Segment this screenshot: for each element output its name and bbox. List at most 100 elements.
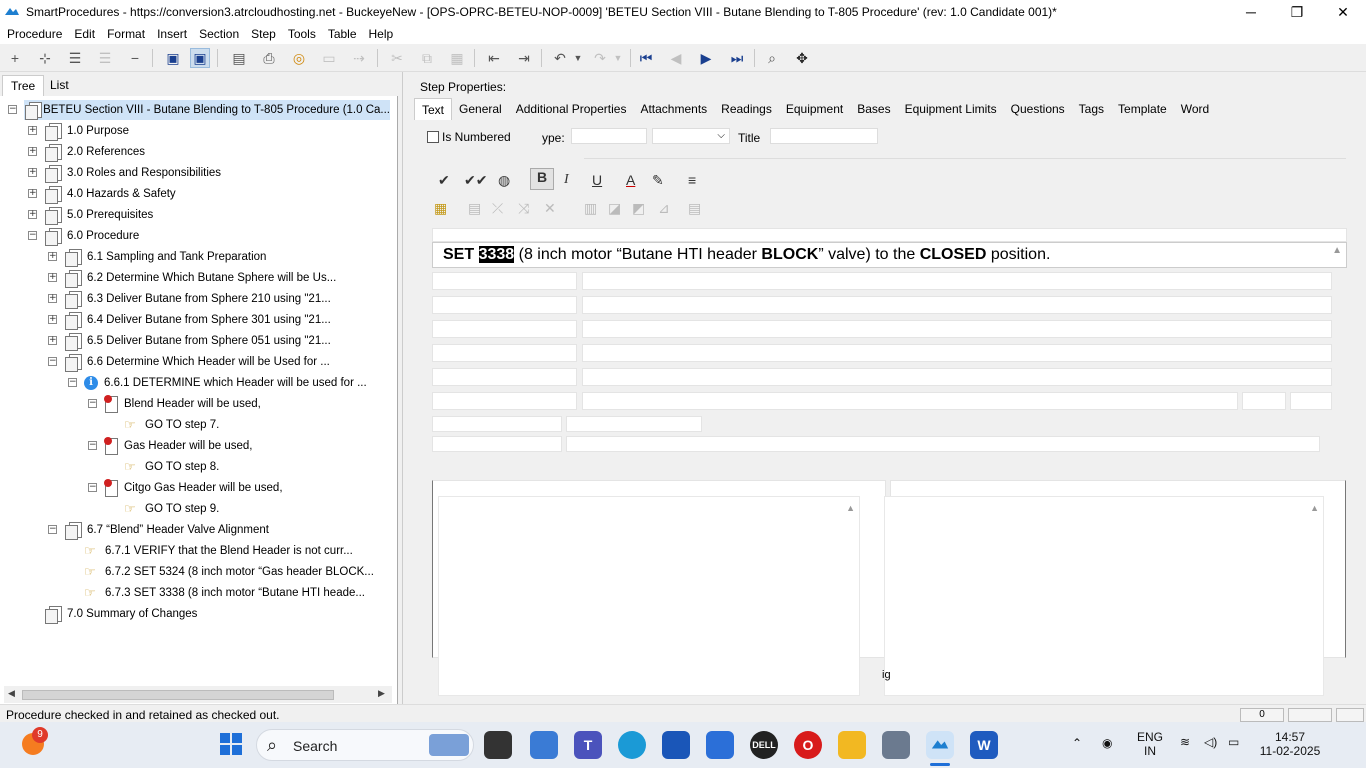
scroll-right-icon[interactable]: ▶ bbox=[378, 688, 385, 699]
tree-node[interactable]: i 6.6.1 DETERMINE which Header will be us… bbox=[84, 373, 367, 393]
tree-node[interactable]: ☞ 6.7.1 VERIFY that the Blend Header is n… bbox=[84, 541, 353, 561]
grid-cell[interactable] bbox=[432, 392, 577, 410]
redo-dropdown-icon[interactable]: ▼ bbox=[608, 48, 628, 68]
tree-node[interactable]: 6.6 Determine Which Header will be Used … bbox=[64, 352, 330, 372]
dell-icon[interactable]: DELL bbox=[750, 731, 778, 759]
tree-node[interactable]: 1.0 Purpose bbox=[44, 121, 129, 141]
grid-cell[interactable] bbox=[1242, 392, 1286, 410]
tab-attachments[interactable]: Attachments bbox=[633, 98, 714, 120]
tree-node[interactable]: 6.3 Deliver Butane from Sphere 210 using… bbox=[64, 289, 331, 309]
add-icon[interactable]: + bbox=[5, 48, 25, 68]
redo-icon[interactable]: ↷ bbox=[590, 48, 610, 68]
table-merge-icon[interactable]: ▥ bbox=[584, 200, 597, 217]
tree-expander-icon[interactable]: + bbox=[28, 147, 37, 156]
close-button[interactable]: ✕ bbox=[1320, 0, 1366, 24]
tree-node[interactable]: 3.0 Roles and Responsibilities bbox=[44, 163, 221, 183]
smartprocedures-taskbar-icon[interactable] bbox=[926, 731, 954, 759]
grid-cell[interactable] bbox=[582, 296, 1332, 314]
spell-icon[interactable]: ◍ bbox=[498, 172, 510, 189]
check-icon[interactable]: ✔ bbox=[438, 172, 450, 189]
first-icon[interactable]: ⏮ bbox=[636, 48, 656, 68]
chevron-up-icon[interactable]: ⌃ bbox=[1072, 736, 1082, 750]
tree-expander-icon[interactable]: − bbox=[88, 399, 97, 408]
taskbar-search[interactable]: ⌕ Search bbox=[256, 729, 474, 761]
move-icon[interactable]: ✥ bbox=[792, 48, 812, 68]
tree-node[interactable]: 2.0 References bbox=[44, 142, 145, 162]
table-properties-icon[interactable]: ▤ bbox=[688, 200, 701, 217]
double-check-icon[interactable]: ✔✔ bbox=[464, 172, 487, 189]
table-insert-row-icon[interactable]: ▤ bbox=[468, 200, 481, 217]
save-icon[interactable]: ▣ bbox=[190, 48, 210, 68]
tab-tree[interactable]: Tree bbox=[2, 75, 45, 96]
edge-icon[interactable] bbox=[618, 731, 646, 759]
tree-expander-icon[interactable]: + bbox=[28, 189, 37, 198]
grid-cell[interactable] bbox=[432, 436, 562, 452]
add-child-icon[interactable]: ⊹ bbox=[35, 48, 55, 68]
app-icon[interactable] bbox=[882, 731, 910, 759]
indent-icon[interactable]: ⇥ bbox=[514, 48, 534, 68]
export-icon[interactable]: ▤ bbox=[229, 48, 249, 68]
title-field[interactable] bbox=[770, 128, 878, 144]
tab-equipment-limits[interactable]: Equipment Limits bbox=[898, 98, 1004, 120]
tree-node[interactable]: Blend Header will be used, bbox=[104, 394, 261, 414]
grid-cell[interactable] bbox=[566, 436, 1320, 452]
last-icon[interactable]: ⏭ bbox=[727, 48, 747, 68]
tree-node[interactable]: 6.5 Deliver Butane from Sphere 051 using… bbox=[64, 331, 331, 351]
grid-cell[interactable] bbox=[566, 416, 702, 432]
refresh-icon[interactable]: ◎ bbox=[289, 48, 309, 68]
tree-node[interactable]: ☞ GO TO step 8. bbox=[124, 457, 219, 477]
menu-section[interactable]: Section bbox=[195, 27, 247, 41]
copy-icon[interactable]: ⧉ bbox=[417, 48, 437, 68]
word-icon[interactable]: W bbox=[970, 731, 998, 759]
store-icon[interactable] bbox=[662, 731, 690, 759]
find-icon[interactable]: ⌕ bbox=[762, 48, 782, 68]
type-dropdown[interactable]: ⌵ bbox=[652, 128, 730, 144]
grid-cell[interactable] bbox=[432, 296, 577, 314]
tree-expander-icon[interactable]: + bbox=[48, 294, 57, 303]
menu-insert[interactable]: Insert bbox=[153, 27, 195, 41]
minimize-button[interactable]: ─ bbox=[1228, 0, 1274, 24]
grid-cell[interactable] bbox=[582, 368, 1332, 386]
table-format-icon[interactable]: ◩ bbox=[632, 200, 645, 217]
list-icon[interactable]: ☰ bbox=[65, 48, 85, 68]
scroll-up-icon[interactable]: ▲ bbox=[1332, 245, 1342, 256]
tab-list[interactable]: List bbox=[42, 75, 77, 96]
tree-node[interactable]: ☞ 6.7.3 SET 3338 (8 inch motor “Butane HT… bbox=[84, 583, 365, 603]
tab-bases[interactable]: Bases bbox=[850, 98, 897, 120]
tree-node[interactable]: Gas Header will be used, bbox=[104, 436, 252, 456]
teams-icon[interactable]: T bbox=[574, 731, 602, 759]
menu-format[interactable]: Format bbox=[103, 27, 153, 41]
grid-cell[interactable] bbox=[432, 344, 577, 362]
tab-general[interactable]: General bbox=[452, 98, 509, 120]
tree-node[interactable]: 4.0 Hazards & Safety bbox=[44, 184, 176, 204]
notes-textbox-left[interactable]: ▲ bbox=[438, 496, 860, 696]
save-all-icon[interactable]: ▣ bbox=[163, 48, 183, 68]
tab-readings[interactable]: Readings bbox=[714, 98, 779, 120]
tree-expander-icon[interactable]: − bbox=[68, 378, 77, 387]
tree-node[interactable]: 7.0 Summary of Changes bbox=[44, 604, 197, 624]
tree-node[interactable]: 6.0 Procedure bbox=[44, 226, 139, 246]
task-view-icon[interactable] bbox=[484, 731, 512, 759]
windows-start-icon[interactable] bbox=[220, 733, 242, 755]
align-icon[interactable]: ≡ bbox=[688, 172, 696, 188]
remote-desktop-icon[interactable] bbox=[706, 731, 734, 759]
print-icon[interactable]: ⎙ bbox=[259, 48, 279, 68]
type-field[interactable] bbox=[571, 128, 647, 144]
outdent-icon[interactable]: ⇤ bbox=[484, 48, 504, 68]
maximize-button[interactable]: ❐ bbox=[1274, 0, 1320, 24]
tree-expander-icon[interactable]: + bbox=[28, 126, 37, 135]
grid-cell[interactable] bbox=[432, 320, 577, 338]
insert-table-icon[interactable]: ▦ bbox=[434, 200, 447, 217]
tree-expander-icon[interactable]: − bbox=[88, 483, 97, 492]
grid-cell[interactable] bbox=[1290, 392, 1332, 410]
remove-icon[interactable]: − bbox=[125, 48, 145, 68]
opera-icon[interactable]: O bbox=[794, 731, 822, 759]
wifi-icon[interactable]: ≋ bbox=[1180, 735, 1190, 749]
underline-icon[interactable]: U bbox=[592, 172, 602, 188]
cut-icon[interactable]: ✂ bbox=[387, 48, 407, 68]
is-numbered-checkbox[interactable] bbox=[427, 131, 439, 143]
tree-node[interactable]: ☞ 6.7.2 SET 5324 (8 inch motor “Gas heade… bbox=[84, 562, 374, 582]
tree-expander-icon[interactable]: + bbox=[48, 273, 57, 282]
tree-expander-icon[interactable]: − bbox=[8, 105, 17, 114]
tab-template[interactable]: Template bbox=[1111, 98, 1174, 120]
